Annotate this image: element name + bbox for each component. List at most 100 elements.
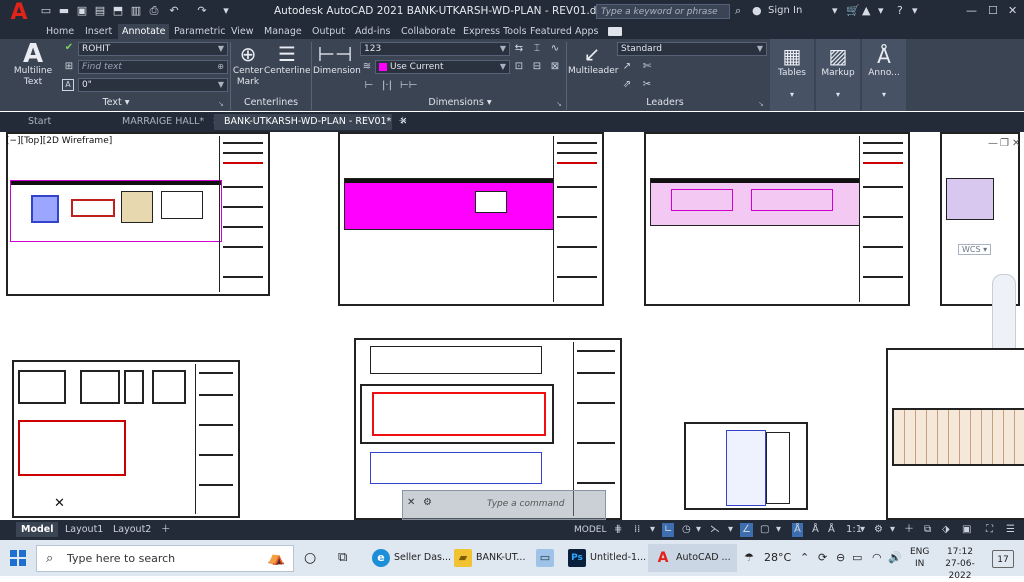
task-view-icon[interactable]: ⧉: [338, 544, 347, 572]
weather-temp[interactable]: 28°C: [764, 548, 791, 568]
plus-icon[interactable]: ＋: [904, 523, 914, 537]
add-layout-button[interactable]: ＋: [156, 522, 176, 537]
panel-launcher-icon[interactable]: ↘: [218, 100, 224, 108]
add-leader-icon[interactable]: ↗: [620, 60, 634, 74]
save-cloud-icon[interactable]: ▥: [130, 5, 142, 17]
tab-manage[interactable]: Manage: [264, 24, 302, 39]
auto-scale-icon[interactable]: Å: [812, 523, 819, 537]
save-icon[interactable]: ▣: [76, 5, 88, 17]
tab-featured-apps[interactable]: Featured Apps: [530, 24, 598, 39]
help-icon[interactable]: ?: [897, 4, 903, 18]
check-spelling-icon[interactable]: ✔: [62, 41, 76, 55]
markup-button[interactable]: ▨ Markup ▾: [816, 44, 860, 100]
dim-continue-icon[interactable]: ⊢⊢: [400, 79, 417, 93]
viewport-restore-icon[interactable]: ❐: [1000, 138, 1009, 149]
drawing-sheet[interactable]: [644, 132, 910, 306]
fullscreen-icon[interactable]: ⛶: [986, 523, 993, 537]
snap-icon[interactable]: ⁞⁞: [634, 523, 640, 537]
taskbar-search-input[interactable]: ⌕ Type here to search ⛺: [36, 545, 294, 572]
align-leader-icon[interactable]: ⇗: [620, 78, 634, 92]
layout-tab-layout2[interactable]: Layout2: [108, 522, 156, 537]
tab-insert[interactable]: Insert: [85, 24, 112, 39]
dim-quick-icon[interactable]: ⇆: [512, 42, 526, 56]
customization-icon[interactable]: ☰: [1006, 523, 1015, 537]
autocad-logo-icon[interactable]: A: [6, 2, 32, 24]
dimension-button[interactable]: ⊢⊣ Dimension: [313, 42, 361, 77]
polar-icon[interactable]: ◷: [682, 523, 691, 537]
dim-inspect-icon[interactable]: ⊡: [512, 60, 526, 74]
remove-leader-icon[interactable]: ✄: [640, 60, 654, 74]
multiline-text-button[interactable]: A Multiline Text: [10, 41, 56, 88]
drawing-sheet[interactable]: [684, 422, 808, 510]
object-snap-tracking-icon[interactable]: ∠: [740, 523, 753, 537]
tab-add-ins[interactable]: Add-ins: [355, 24, 390, 39]
doc-tab-start[interactable]: Start: [18, 114, 110, 130]
drawing-sheet[interactable]: [886, 348, 1024, 520]
viewport-close-icon[interactable]: ✕: [1012, 138, 1020, 149]
isodraft-icon[interactable]: ⋋: [710, 523, 720, 537]
save-as-icon[interactable]: ▤: [94, 5, 106, 17]
find-text-input[interactable]: Find text ⊕: [78, 60, 228, 74]
text-height-select[interactable]: 0" ▼: [78, 78, 228, 92]
layout-tab-layout1[interactable]: Layout1: [60, 522, 108, 537]
object-snap-icon[interactable]: ▢: [760, 523, 769, 537]
print-icon[interactable]: ⎙: [148, 5, 160, 17]
annotation-scale-icon[interactable]: Å: [828, 523, 835, 537]
drawing-sheet[interactable]: [6, 132, 270, 296]
tray-chevron-icon[interactable]: ⌃: [800, 548, 809, 568]
dimensions-panel-title[interactable]: Dimensions ▾: [360, 96, 560, 110]
input-language[interactable]: ENG IN: [910, 546, 929, 570]
taskbar-app-edge[interactable]: e Seller Das...: [372, 544, 451, 572]
ribbon-toggle-icon[interactable]: [608, 27, 622, 36]
polar-dropdown-icon[interactable]: ▾: [696, 523, 701, 537]
dim-space-icon[interactable]: |·|: [380, 79, 394, 93]
dim-jog-icon[interactable]: ⊟: [530, 60, 544, 74]
account-icon[interactable]: ▲: [862, 4, 870, 18]
wcs-menu[interactable]: WCS ▾: [958, 244, 992, 255]
tab-output[interactable]: Output: [312, 24, 345, 39]
taskbar-app-pc[interactable]: ▭: [536, 544, 558, 572]
command-close-icon[interactable]: ✕: [407, 497, 415, 508]
tab-view[interactable]: View: [231, 24, 254, 39]
ortho-icon[interactable]: ∟: [662, 523, 675, 537]
model-space-toggle[interactable]: MODEL: [574, 523, 606, 537]
gear-icon[interactable]: ⚙: [874, 523, 883, 537]
snap-dropdown-icon[interactable]: ▾: [650, 523, 655, 537]
search-icon[interactable]: ⌕: [735, 4, 741, 18]
hardware-acceleration-icon[interactable]: ⬗: [942, 523, 950, 537]
panel-launcher-icon[interactable]: ↘: [556, 100, 562, 108]
qat-dropdown-icon[interactable]: ▾: [220, 5, 232, 17]
dim-break-icon[interactable]: ⊢: [362, 79, 376, 93]
taskbar-app-autocad[interactable]: A AutoCAD ...: [648, 544, 737, 572]
tab-collaborate[interactable]: Collaborate: [401, 24, 456, 39]
find-icon[interactable]: ⊞: [62, 60, 76, 74]
centerline-button[interactable]: ☰ Centerline: [264, 42, 311, 77]
dim-update-icon[interactable]: ⊠: [548, 60, 562, 74]
wifi-icon[interactable]: ◠: [872, 548, 882, 568]
sync-icon[interactable]: ⟳: [818, 548, 827, 568]
text-height-icon[interactable]: A: [62, 79, 74, 91]
volume-icon[interactable]: 🔊: [888, 548, 902, 568]
viewport-controls-label[interactable]: [−][Top][2D Wireframe]: [6, 136, 112, 146]
user-icon[interactable]: ●: [752, 4, 762, 18]
dim-layer-select[interactable]: Use Current ▼: [375, 60, 510, 74]
text-panel-title[interactable]: Text ▾: [6, 96, 226, 110]
leader-style-select[interactable]: Standard ▼: [617, 42, 767, 56]
open-folder-icon[interactable]: ▬: [58, 5, 70, 17]
web-save-icon[interactable]: ⬒: [112, 5, 124, 17]
dim-style-select[interactable]: 123 ▼: [360, 42, 510, 56]
annotation-scaling-button[interactable]: Å Anno... ▾: [862, 44, 906, 100]
text-style-select[interactable]: ROHIT ▼: [78, 42, 228, 56]
help-dropdown-icon[interactable]: ▾: [912, 4, 918, 18]
tab-parametric[interactable]: Parametric: [174, 24, 225, 39]
drawing-sheet[interactable]: [338, 132, 604, 306]
weather-icon[interactable]: ☂: [744, 548, 754, 568]
dim-text-icon[interactable]: ⌶: [530, 42, 544, 56]
meet-icon[interactable]: ⊖: [836, 548, 845, 568]
maximize-icon[interactable]: ☐: [988, 4, 998, 18]
command-settings-icon[interactable]: ⚙: [423, 497, 432, 508]
isolate-objects-icon[interactable]: ⧉: [924, 523, 931, 537]
clock[interactable]: 17:12 27-06-2022: [934, 546, 986, 582]
doc-tab-bank-utkarsh[interactable]: BANK-UTKARSH-WD-PLAN - REV01* ✕: [214, 114, 407, 130]
gear-dropdown-icon[interactable]: ▾: [890, 523, 895, 537]
